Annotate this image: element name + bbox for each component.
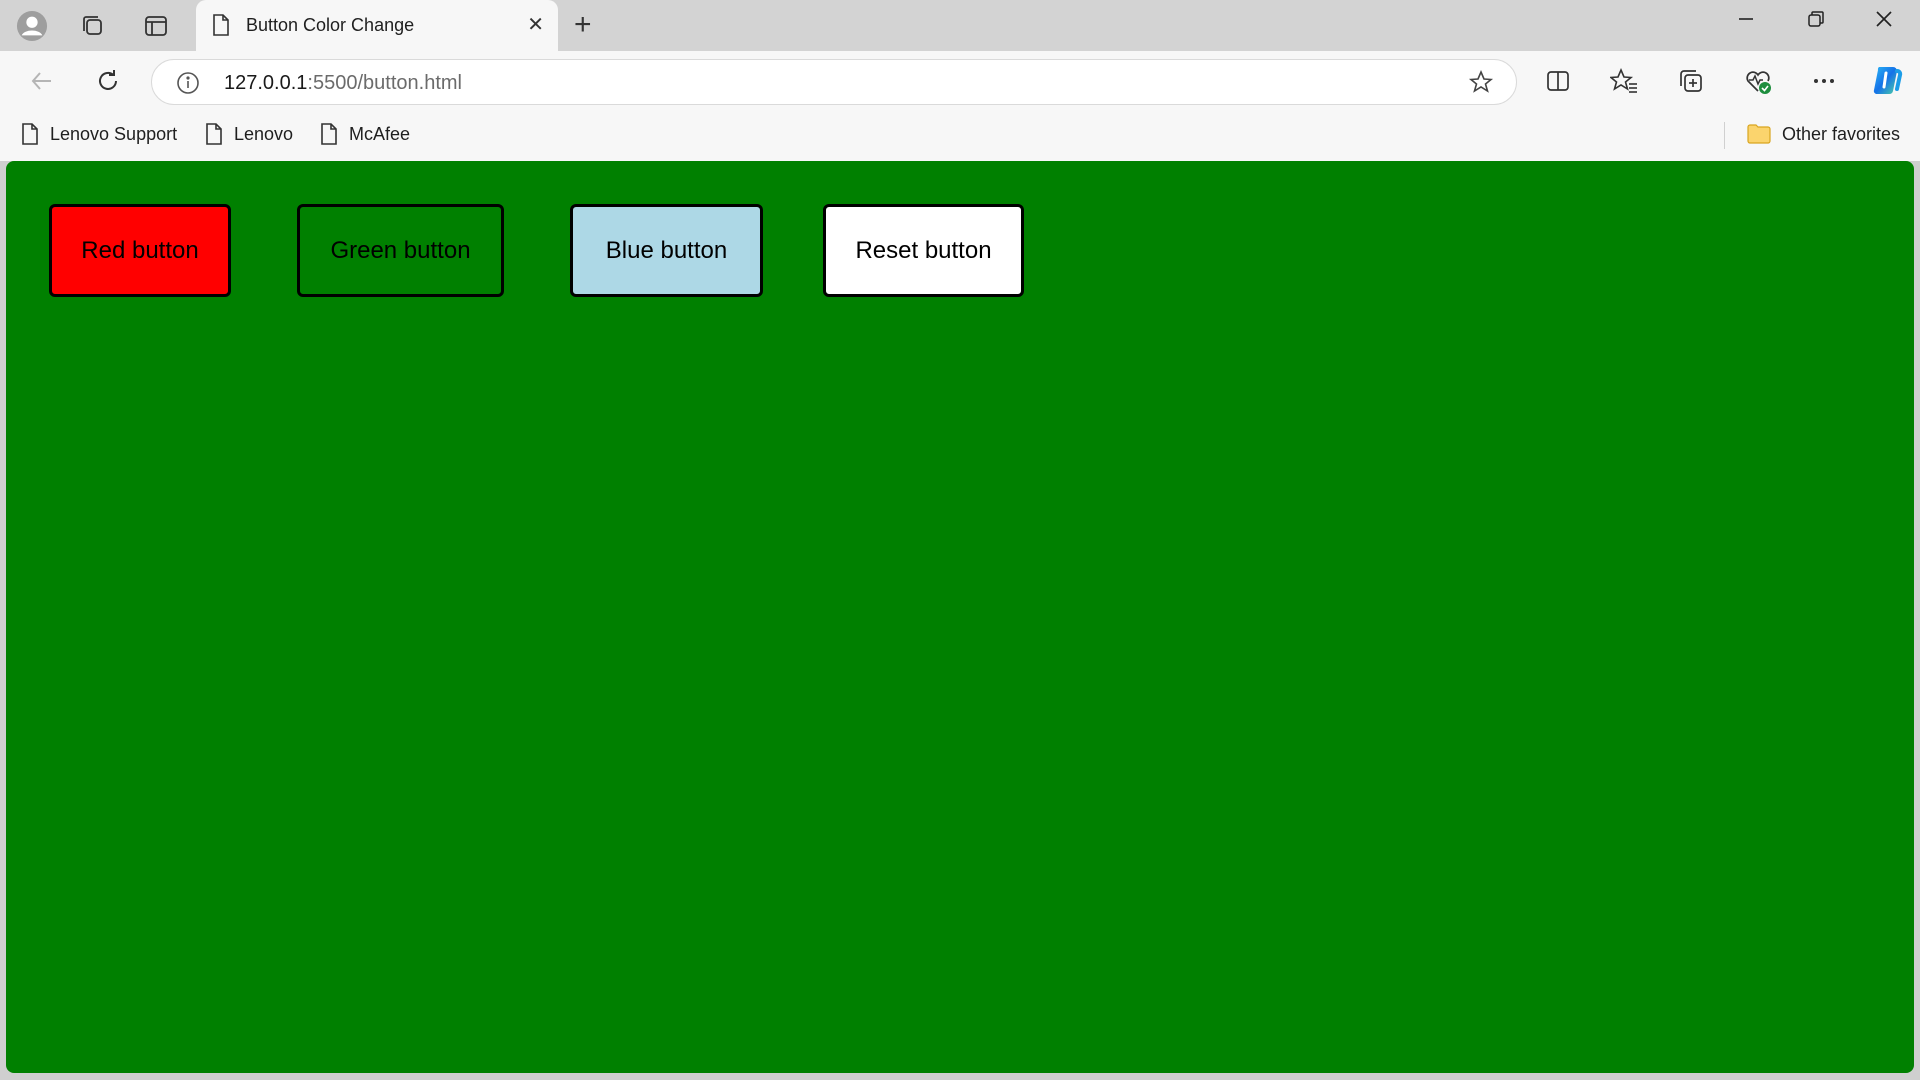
new-tab-icon[interactable]: + xyxy=(574,8,592,42)
page-icon xyxy=(206,123,222,145)
url-path: :5500/button.html xyxy=(307,72,462,94)
copilot-icon[interactable] xyxy=(1869,61,1907,99)
other-favorites-folder[interactable]: Other favorites xyxy=(1746,122,1900,146)
collections-icon[interactable] xyxy=(1675,65,1707,97)
favorite-star-icon[interactable] xyxy=(1468,69,1494,100)
browser-essentials-icon[interactable] xyxy=(1742,65,1774,97)
bookmark-label: Lenovo xyxy=(234,123,294,144)
bookmark-label: Lenovo Support xyxy=(50,123,178,144)
refresh-icon[interactable] xyxy=(92,65,124,97)
workspaces-icon[interactable] xyxy=(77,10,109,42)
back-icon[interactable] xyxy=(26,65,58,97)
more-options-icon[interactable] xyxy=(1808,65,1840,97)
favorites-icon[interactable] xyxy=(1608,65,1640,97)
bookmark-lenovo-support[interactable]: Lenovo Support xyxy=(20,122,177,146)
close-tab-icon[interactable]: ✕ xyxy=(527,12,544,37)
url-host: 127.0.0.1 xyxy=(224,72,308,94)
tab-actions-icon[interactable] xyxy=(140,10,172,42)
browser-toolbar: 127.0.0.1:5500/button.html xyxy=(0,51,1920,110)
green-button[interactable]: Green button xyxy=(297,204,504,297)
address-bar[interactable]: 127.0.0.1:5500/button.html xyxy=(151,59,1517,105)
split-screen-icon[interactable] xyxy=(1542,65,1574,97)
reset-button[interactable]: Reset button xyxy=(823,204,1024,297)
bookmark-lenovo[interactable]: Lenovo xyxy=(204,122,293,146)
red-button[interactable]: Red button xyxy=(49,204,231,297)
page-icon xyxy=(22,123,38,145)
favorites-divider xyxy=(1724,122,1725,149)
restore-icon[interactable] xyxy=(1806,9,1826,35)
favorites-bar: Lenovo Support Lenovo McAfee Other favor… xyxy=(0,110,1920,161)
tab-title: Button Color Change xyxy=(246,15,415,35)
bookmark-mcafee[interactable]: McAfee xyxy=(319,122,410,146)
title-bar: Button Color Change ✕ + xyxy=(0,0,1920,51)
page-icon xyxy=(211,13,231,42)
site-info-icon[interactable] xyxy=(176,71,200,100)
profile-icon[interactable] xyxy=(16,10,48,42)
page-icon xyxy=(321,123,337,145)
url-text: 127.0.0.1:5500/button.html xyxy=(224,72,462,95)
folder-icon xyxy=(1747,124,1771,144)
page-content: Red button Green button Blue button Rese… xyxy=(6,161,1914,1073)
other-favorites-label: Other favorites xyxy=(1782,123,1901,144)
blue-button[interactable]: Blue button xyxy=(570,204,763,297)
minimize-icon[interactable] xyxy=(1736,9,1756,35)
close-window-icon[interactable] xyxy=(1874,9,1894,35)
bookmark-label: McAfee xyxy=(349,123,411,144)
tab-active[interactable]: Button Color Change ✕ xyxy=(196,0,558,51)
